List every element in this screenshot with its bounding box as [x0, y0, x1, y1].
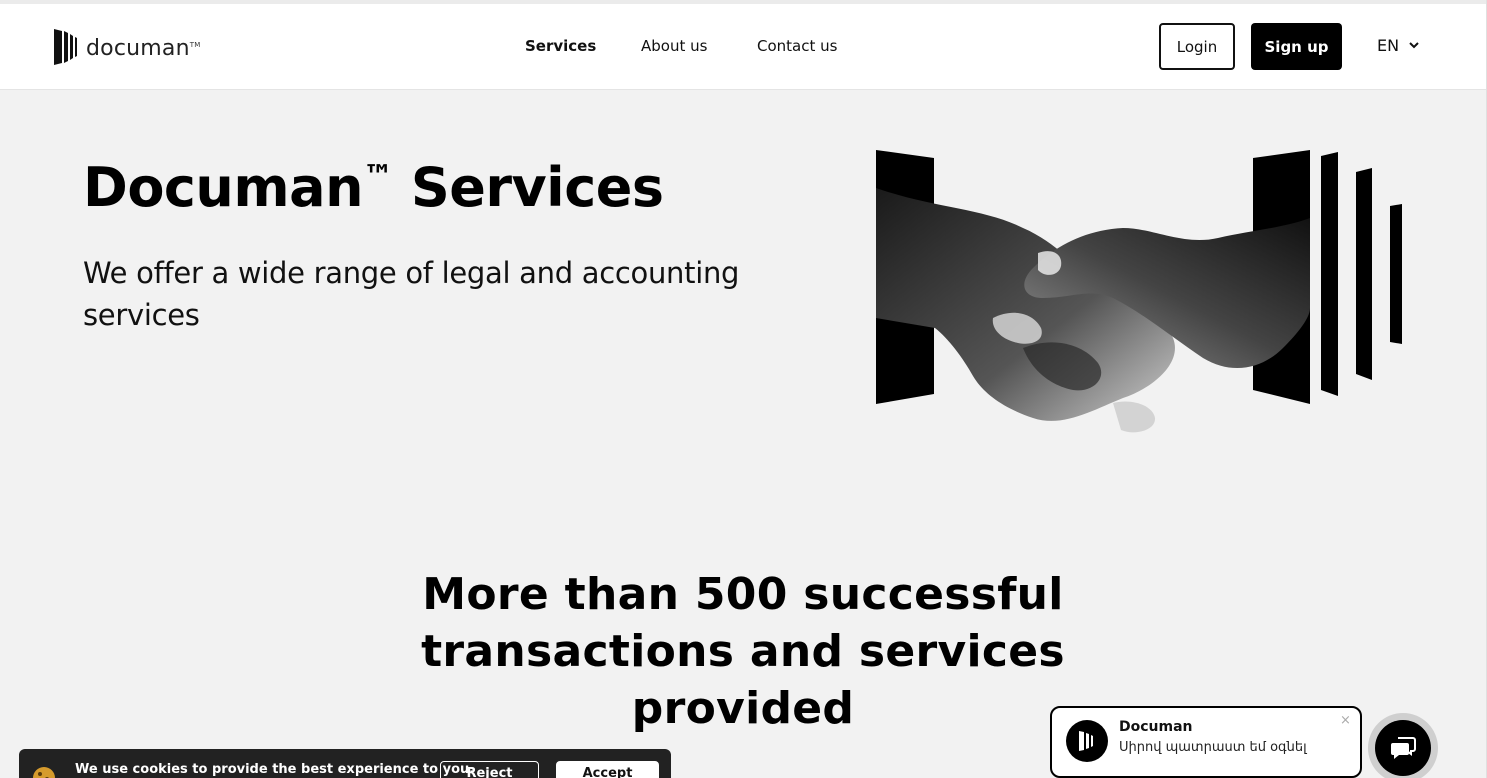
chat-message: Սիրով պատրաստ եմ օգնել — [1119, 740, 1307, 755]
hero-title-rest: Services — [392, 156, 664, 219]
signup-button[interactable]: Sign up — [1251, 23, 1342, 70]
chat-preview[interactable]: Documan Սիրով պատրաստ եմ օգնել × — [1050, 706, 1362, 778]
chat-launcher-inner — [1375, 720, 1431, 776]
handshake-illustration — [876, 150, 1402, 433]
logo-text: documanTM — [86, 35, 201, 61]
chat-avatar-logo-icon — [1079, 731, 1093, 751]
chat-avatar — [1066, 720, 1108, 762]
login-button[interactable]: Login — [1159, 23, 1235, 70]
logo-tm: TM — [189, 40, 201, 49]
chevron-down-icon — [1409, 42, 1419, 49]
cookie-text: We use cookies to provide the best exper… — [75, 762, 475, 777]
logo-mark-icon — [54, 29, 77, 65]
chat-close-icon[interactable]: × — [1340, 713, 1351, 728]
hero-subtitle: We offer a wide range of legal and accou… — [83, 256, 740, 332]
hero-title: Documan™ Services — [83, 156, 664, 219]
nav-contact-us[interactable]: Contact us — [757, 37, 837, 55]
stats-title: More than 500 successful transactions an… — [421, 569, 1065, 734]
cookie-banner: We use cookies to provide the best exper… — [19, 749, 671, 778]
nav-services[interactable]: Services — [525, 37, 596, 55]
language-selector[interactable]: EN — [1377, 36, 1419, 55]
cookie-icon — [33, 767, 55, 778]
cookie-reject-button[interactable]: Reject — [440, 761, 539, 778]
language-label: EN — [1377, 36, 1400, 55]
cookie-accept-button[interactable]: Accept — [556, 761, 659, 778]
site-header: documanTM Services About us Contact us L… — [0, 4, 1487, 90]
chat-launcher-button[interactable] — [1368, 713, 1438, 778]
logo[interactable]: documanTM — [54, 27, 200, 67]
chat-name: Documan — [1119, 719, 1193, 735]
hero-title-brand: Documan — [83, 156, 364, 219]
chat-icon — [1391, 737, 1416, 759]
hero-title-tm: ™ — [363, 159, 393, 194]
nav-about-us[interactable]: About us — [641, 37, 707, 55]
